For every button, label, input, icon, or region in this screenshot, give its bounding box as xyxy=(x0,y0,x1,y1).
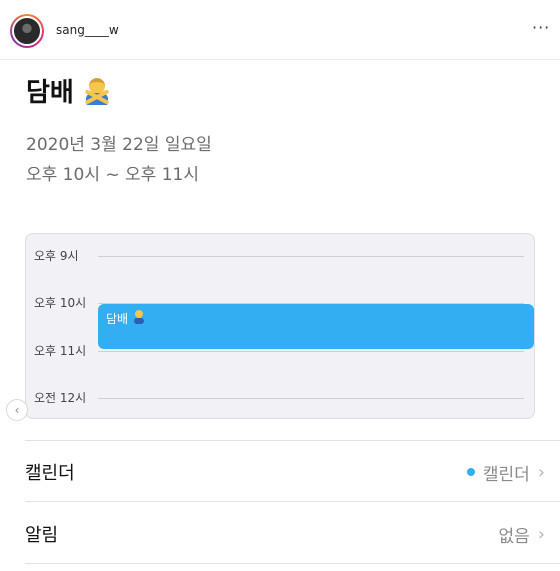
hour-label: 오전 12시 xyxy=(34,391,87,405)
person-gesturing-no-icon xyxy=(82,76,112,106)
hour-row: 오전 12시 xyxy=(26,389,534,409)
alert-row[interactable]: 알림 없음 › xyxy=(25,514,545,554)
carousel-prev-button[interactable]: ‹ xyxy=(6,399,28,421)
hour-row: 오후 9시 xyxy=(26,247,534,267)
day-timeline: 오후 9시 오후 10시 오후 11시 오전 12시 담배 xyxy=(25,233,535,419)
divider xyxy=(25,440,560,441)
chevron-left-icon: ‹ xyxy=(14,403,20,417)
more-options-icon[interactable]: ··· xyxy=(532,18,550,37)
avatar-image xyxy=(12,16,42,46)
hour-line xyxy=(98,351,524,352)
alert-value-group: 없음 › xyxy=(499,522,545,547)
event-block[interactable]: 담배 xyxy=(98,304,534,349)
chevron-right-icon: › xyxy=(537,461,545,483)
avatar[interactable] xyxy=(10,14,44,48)
calendar-value-group: 캘린더 › xyxy=(466,460,545,485)
divider xyxy=(25,563,560,564)
alert-label: 알림 xyxy=(25,525,59,546)
hour-line xyxy=(98,398,524,399)
event-title: 담배 xyxy=(26,72,112,109)
event-time: 오후 10시 ~ 오후 11시 xyxy=(26,165,199,185)
username[interactable]: sang____w xyxy=(56,23,119,37)
chevron-right-icon: › xyxy=(537,523,545,545)
hour-label: 오후 9시 xyxy=(34,249,79,263)
calendar-row[interactable]: 캘린더 캘린더 › xyxy=(25,452,545,492)
person-gesturing-no-icon xyxy=(132,310,146,324)
calendar-label: 캘린더 xyxy=(25,463,75,484)
event-title-text: 담배 xyxy=(26,78,74,108)
calendar-value: 캘린더 xyxy=(482,464,530,485)
hour-label: 오후 11시 xyxy=(34,344,87,358)
post-header: sang____w ··· xyxy=(0,0,560,60)
event-date: 2020년 3월 22일 일요일 xyxy=(26,135,212,155)
hour-label: 오후 10시 xyxy=(34,296,87,310)
divider xyxy=(25,501,560,502)
event-block-label: 담배 xyxy=(106,312,129,326)
hour-line xyxy=(98,256,524,257)
alert-value: 없음 xyxy=(498,526,530,547)
calendar-color-dot xyxy=(466,468,475,476)
